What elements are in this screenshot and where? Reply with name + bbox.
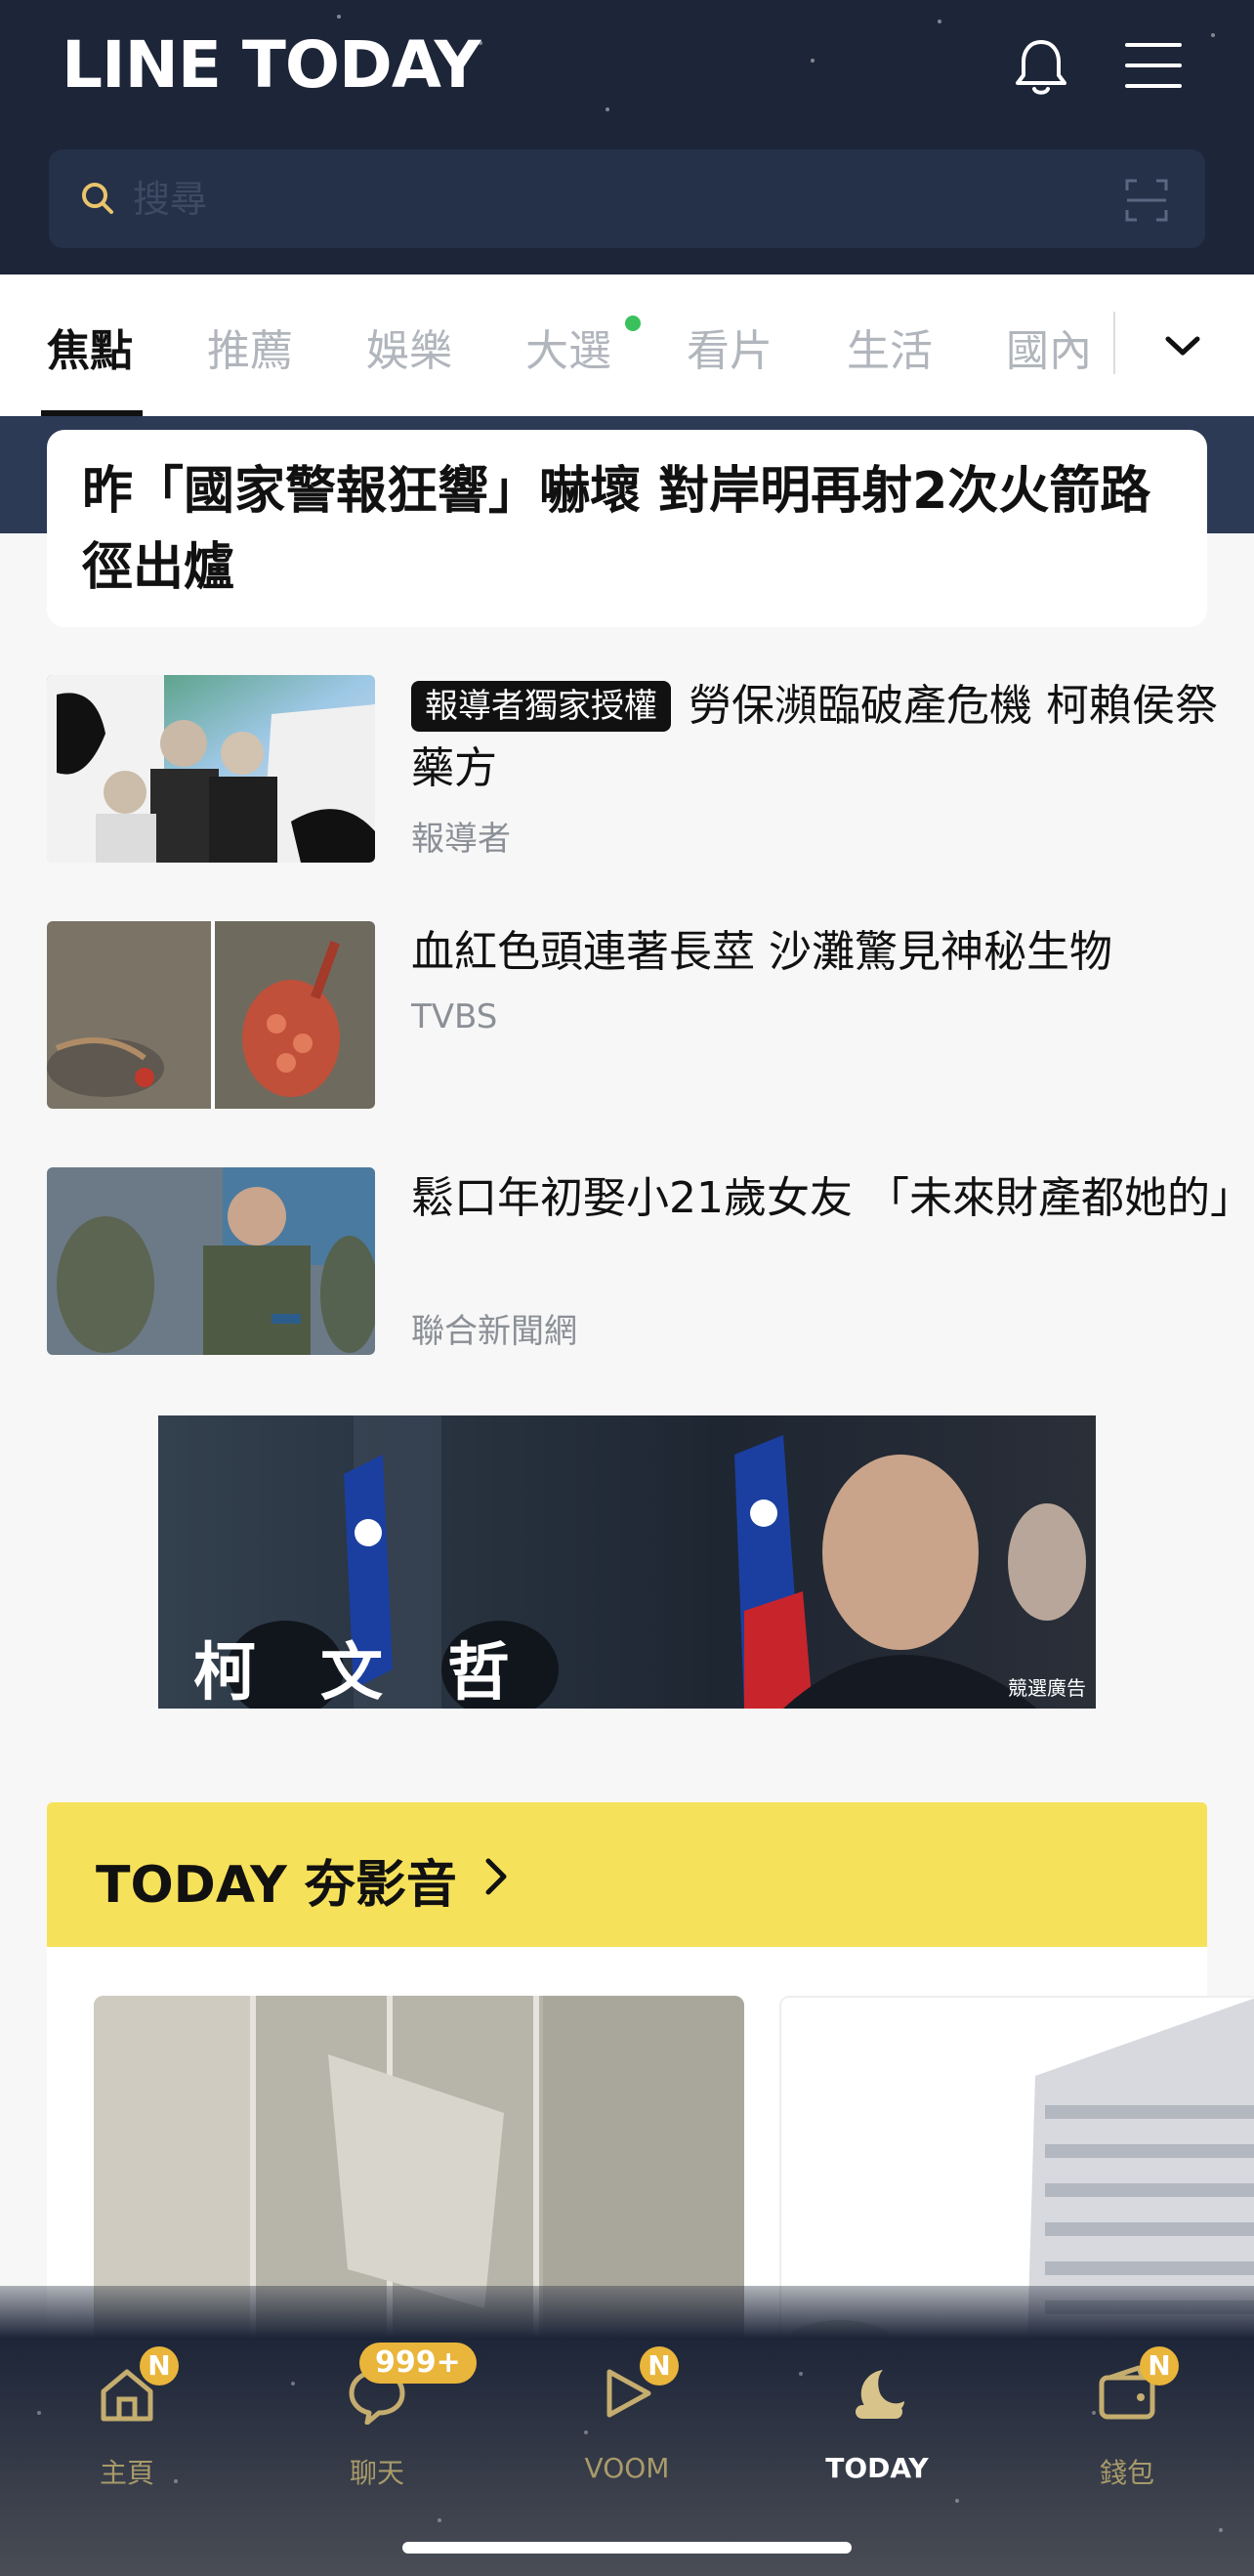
tab-videos[interactable]: 看片 xyxy=(687,316,773,378)
home-indicator[interactable] xyxy=(402,2542,852,2554)
app-logo: LINE TODAY xyxy=(62,27,481,103)
chevron-down-icon[interactable] xyxy=(1162,331,1203,360)
new-dot-indicator xyxy=(625,316,641,331)
category-tabs: 焦點 推薦 娛樂 大選 看片 生活 國內 xyxy=(0,274,1254,416)
tab-label: TODAY xyxy=(825,2452,929,2484)
tab-wallet[interactable]: N 錢包 xyxy=(1049,2346,1205,2509)
news-item[interactable]: 報導者獨家授權 勞保瀕臨破產危機 柯賴侯祭藥方 報導者 xyxy=(47,675,1218,863)
decor-star xyxy=(606,107,609,111)
decor-star xyxy=(811,59,815,63)
tab-election[interactable]: 大選 xyxy=(525,316,611,378)
news-title: 報導者獨家授權 勞保瀕臨破產危機 柯賴侯祭藥方 xyxy=(411,675,1232,800)
tab-label: 錢包 xyxy=(1099,2457,1154,2489)
new-badge: N xyxy=(1140,2346,1179,2386)
tab-life[interactable]: 生活 xyxy=(847,316,933,378)
tab-voom[interactable]: N VOOM xyxy=(549,2346,705,2509)
headline-card[interactable]: 昨「國家警報狂響」嚇壞 對岸明再射2次火箭路徑出爐 xyxy=(47,430,1207,627)
tab-home[interactable]: N 主頁 xyxy=(49,2346,205,2509)
decor-star xyxy=(337,15,341,19)
video-section-title: TODAY 夯影音 xyxy=(96,1856,457,1915)
bell-icon[interactable] xyxy=(1006,32,1076,103)
decor-star xyxy=(938,20,941,23)
news-item[interactable]: 鬆口年初娶小21歲女友 「未來財產都她的」 聯合新聞網 xyxy=(47,1167,1253,1355)
new-badge: N xyxy=(640,2346,679,2386)
tab-recommended[interactable]: 推薦 xyxy=(207,316,293,378)
new-badge: N xyxy=(140,2346,179,2386)
news-thumbnail xyxy=(47,675,375,863)
tab-label: 聊天 xyxy=(349,2457,404,2489)
unread-count-badge: 999+ xyxy=(359,2343,477,2384)
news-item[interactable]: 血紅色頭連著長莖 沙灘驚見神秘生物 TVBS xyxy=(47,921,1207,1109)
tab-entertainment[interactable]: 娛樂 xyxy=(366,316,452,378)
ad-text: 柯文哲 xyxy=(193,1637,574,1709)
tab-today[interactable]: TODAY xyxy=(799,2362,955,2509)
app-header: LINE TODAY xyxy=(0,0,1254,274)
news-thumbnail xyxy=(47,1167,375,1355)
exclusive-badge: 報導者獨家授權 xyxy=(411,681,671,732)
tab-chat[interactable]: 999+ 聊天 xyxy=(299,2343,477,2509)
news-source: 報導者 xyxy=(411,820,511,859)
video-section-header[interactable]: TODAY 夯影音 xyxy=(47,1802,1207,1947)
tab-label: 主頁 xyxy=(99,2457,154,2489)
scan-icon[interactable] xyxy=(1125,179,1168,222)
search-icon xyxy=(82,183,113,214)
bottom-tab-bar: N 主頁 999+ 聊天 N VOOM TODAY N 錢包 xyxy=(0,2286,1254,2576)
decor-star xyxy=(1211,33,1215,37)
news-source: 聯合新聞網 xyxy=(411,1312,577,1351)
news-title: 鬆口年初娶小21歲女友 「未來財產都她的」 xyxy=(411,1173,1253,1223)
search-input[interactable] xyxy=(131,167,1111,232)
news-title: 血紅色頭連著長莖 沙灘驚見神秘生物 xyxy=(411,927,1112,977)
campaign-ad-banner[interactable]: 柯文哲 競選廣告 xyxy=(158,1415,1096,1709)
today-moon-icon xyxy=(856,2370,904,2419)
tab-focus[interactable]: 焦點 xyxy=(47,316,133,378)
tab-label: VOOM xyxy=(584,2452,670,2484)
ad-disclosure-tag: 競選廣告 xyxy=(1008,1676,1086,1700)
menu-icon[interactable] xyxy=(1121,37,1186,94)
news-source: TVBS xyxy=(411,997,498,1036)
tab-domestic[interactable]: 國內 xyxy=(1006,316,1092,378)
tab-divider xyxy=(1113,312,1115,374)
search-bar[interactable] xyxy=(49,149,1205,248)
chevron-right-icon xyxy=(485,1858,507,1895)
headline-title: 昨「國家警報狂響」嚇壞 對岸明再射2次火箭路徑出爐 xyxy=(82,462,1151,597)
news-thumbnail xyxy=(47,921,375,1109)
